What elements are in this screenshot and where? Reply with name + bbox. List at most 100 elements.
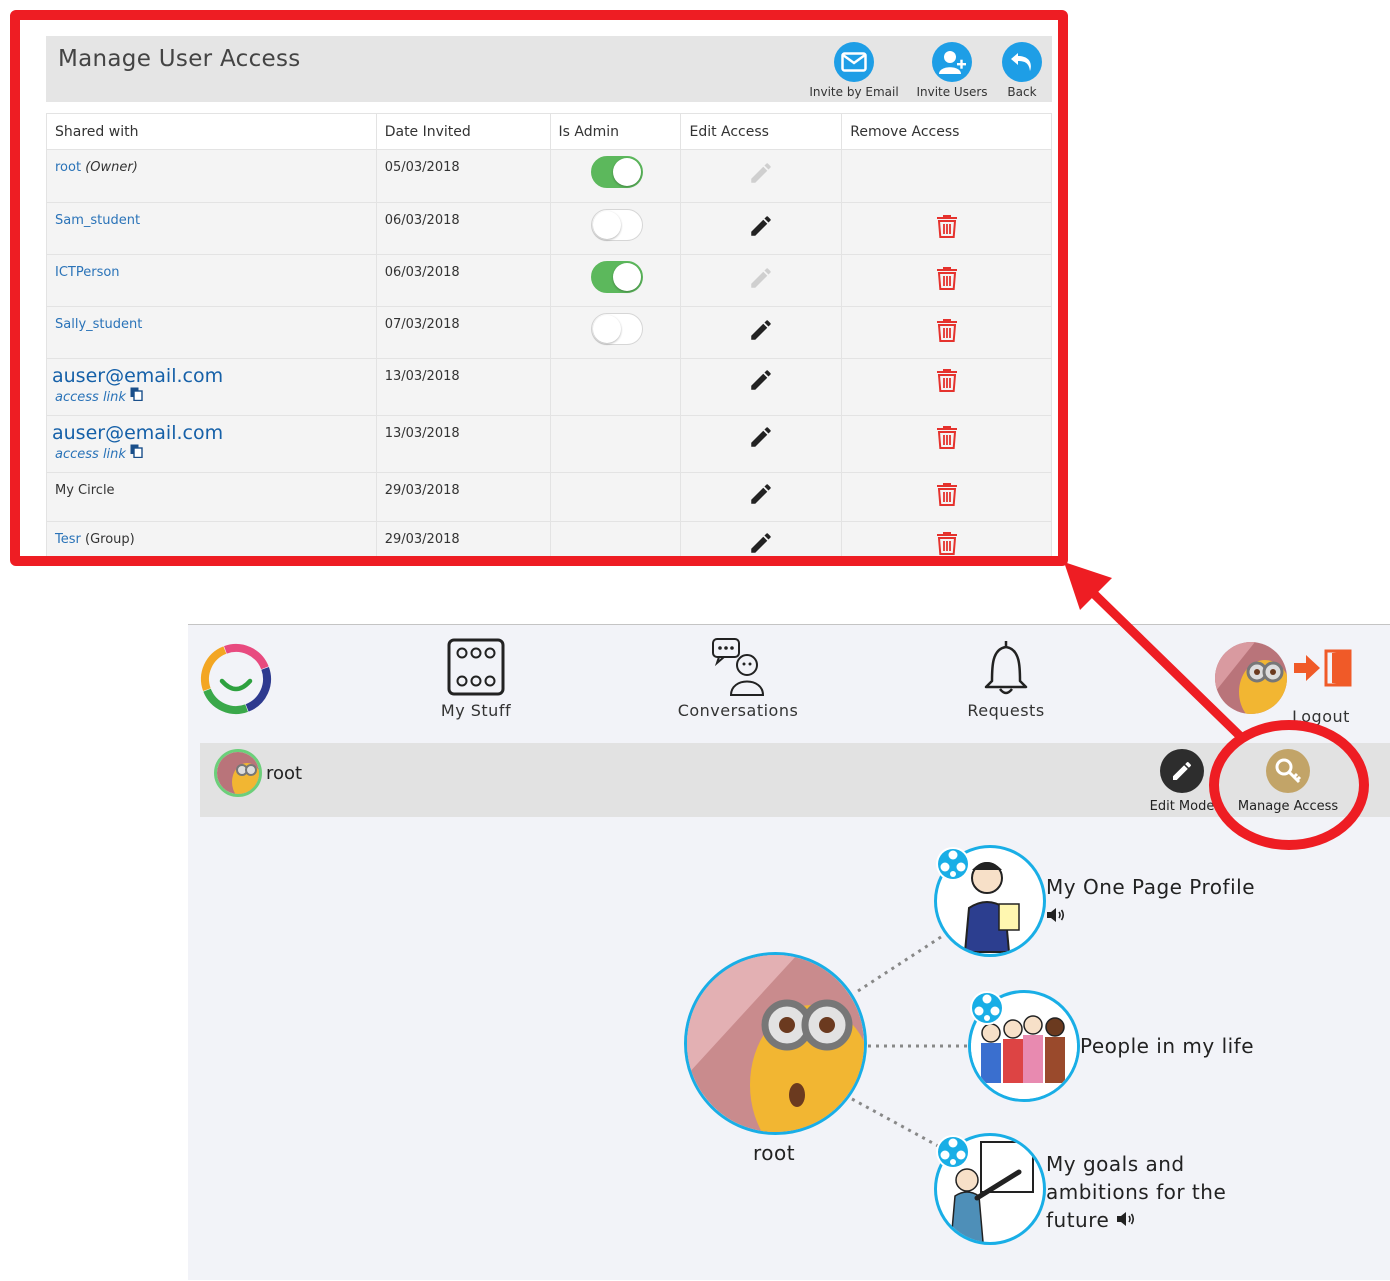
email-link[interactable]: auser@email.com xyxy=(52,422,223,444)
shared-with-cell: Sally_student xyxy=(46,306,377,359)
user-link[interactable]: root xyxy=(55,160,81,175)
trash-icon[interactable] xyxy=(935,213,959,239)
access-link[interactable]: access link xyxy=(55,387,368,405)
admin-cell xyxy=(549,521,682,556)
table-header-row: Shared with Date Invited Is Admin Edit A… xyxy=(46,113,1052,150)
admin-cell xyxy=(549,358,682,416)
owner-tag: (Owner) xyxy=(85,160,138,175)
trash-icon[interactable] xyxy=(935,481,959,507)
minion-photo-icon xyxy=(687,955,864,1132)
trash-icon[interactable] xyxy=(935,424,959,450)
shared-with-cell[interactable]: My Circle xyxy=(46,472,377,522)
admin-cell xyxy=(549,472,682,522)
admin-toggle[interactable] xyxy=(590,261,643,293)
admin-cell xyxy=(549,415,682,473)
edit-cell xyxy=(680,202,843,255)
app-screen: My Stuff Conversations Requests Logout r… xyxy=(188,624,1390,1280)
col-date-invited: Date Invited xyxy=(375,113,551,150)
date-cell: 07/03/2018 xyxy=(375,306,551,359)
copy-icon[interactable] xyxy=(130,387,143,402)
shared-with-cell: Sam_student xyxy=(46,202,377,255)
pencil-icon-disabled xyxy=(751,268,772,288)
pencil-icon[interactable] xyxy=(748,367,774,393)
undo-arrow-icon xyxy=(1002,42,1042,82)
table-row: ICTPerson 06/03/2018 xyxy=(46,254,1052,307)
invite-by-email-button[interactable]: Invite by Email xyxy=(806,42,902,99)
remove-cell xyxy=(841,358,1052,416)
manage-user-access-panel: Manage User Access Invite by Email Invit… xyxy=(10,10,1068,566)
panel-title: Manage User Access xyxy=(58,46,301,72)
add-user-icon xyxy=(932,42,972,82)
shared-with-cell: root (Owner) xyxy=(46,149,377,203)
table-row: root (Owner) 05/03/2018 xyxy=(46,149,1052,203)
user-link[interactable]: Sally_student xyxy=(55,317,142,332)
col-remove-access: Remove Access xyxy=(841,113,1052,150)
copy-icon[interactable] xyxy=(130,444,143,459)
remove-cell xyxy=(841,472,1052,522)
speaker-icon[interactable] xyxy=(1046,907,1066,923)
edit-cell xyxy=(680,358,843,416)
node-one-page-profile-label: My One Page Profile xyxy=(1046,875,1255,899)
remove-cell xyxy=(841,254,1052,307)
group-tag: (Group) xyxy=(85,532,135,547)
remove-cell xyxy=(841,521,1052,556)
back-label: Back xyxy=(1007,85,1037,99)
highlight-circle xyxy=(1209,720,1369,850)
center-node[interactable] xyxy=(684,952,867,1135)
table-row: Sally_student 07/03/2018 xyxy=(46,306,1052,359)
col-edit-access: Edit Access xyxy=(680,113,843,150)
pencil-icon-disabled xyxy=(751,163,772,183)
shared-with-cell: ICTPerson xyxy=(46,254,377,307)
date-cell: 05/03/2018 xyxy=(375,149,551,203)
admin-cell xyxy=(549,202,682,255)
admin-toggle[interactable] xyxy=(590,209,643,241)
table-row: auser@email.com access link 13/03/2018 xyxy=(46,415,1052,473)
shared-badge-icon xyxy=(936,847,970,881)
invite-by-email-label: Invite by Email xyxy=(809,85,899,99)
trash-icon[interactable] xyxy=(935,265,959,291)
table-row: Tesr (Group) 29/03/2018 xyxy=(46,521,1052,556)
group-link[interactable]: Tesr xyxy=(55,532,81,547)
admin-toggle[interactable] xyxy=(590,313,643,345)
center-node-label: root xyxy=(753,1141,796,1165)
trash-icon[interactable] xyxy=(935,317,959,343)
edit-cell xyxy=(680,149,843,203)
date-cell: 06/03/2018 xyxy=(375,202,551,255)
pencil-icon[interactable] xyxy=(748,213,774,239)
col-is-admin: Is Admin xyxy=(549,113,682,150)
date-cell: 29/03/2018 xyxy=(375,472,551,522)
panel-header: Manage User Access Invite by Email Invit… xyxy=(46,36,1052,102)
access-link[interactable]: access link xyxy=(55,444,368,462)
edit-cell xyxy=(680,521,843,556)
date-cell: 13/03/2018 xyxy=(375,415,551,473)
email-link[interactable]: auser@email.com xyxy=(52,365,223,387)
shared-with-cell: Tesr (Group) xyxy=(46,521,377,556)
admin-toggle[interactable] xyxy=(590,156,643,188)
pencil-icon[interactable] xyxy=(748,317,774,343)
pencil-icon[interactable] xyxy=(748,530,774,556)
trash-icon[interactable] xyxy=(935,530,959,556)
admin-cell xyxy=(549,254,682,307)
table-row: My Circle 29/03/2018 xyxy=(46,472,1052,522)
remove-cell xyxy=(841,415,1052,473)
trash-icon[interactable] xyxy=(935,367,959,393)
user-link[interactable]: ICTPerson xyxy=(55,265,120,280)
access-table: Shared with Date Invited Is Admin Edit A… xyxy=(46,113,1052,556)
shared-badge-icon xyxy=(970,991,1004,1025)
pencil-icon[interactable] xyxy=(748,481,774,507)
pencil-icon[interactable] xyxy=(748,424,774,450)
date-cell: 29/03/2018 xyxy=(375,521,551,556)
table-row: auser@email.com access link 13/03/2018 xyxy=(46,358,1052,416)
date-cell: 13/03/2018 xyxy=(375,358,551,416)
edit-cell xyxy=(680,472,843,522)
envelope-icon xyxy=(834,42,874,82)
remove-cell xyxy=(841,149,1052,203)
col-shared-with: Shared with xyxy=(46,113,377,150)
node-goals-ambitions-label: My goals and ambitions for the future xyxy=(1046,1152,1227,1232)
remove-cell xyxy=(841,306,1052,359)
edit-cell xyxy=(680,306,843,359)
back-button[interactable]: Back xyxy=(974,42,1058,99)
user-link[interactable]: Sam_student xyxy=(55,213,140,228)
speaker-icon[interactable] xyxy=(1116,1211,1136,1227)
node-people-in-my-life-label: People in my life xyxy=(1080,1034,1255,1058)
